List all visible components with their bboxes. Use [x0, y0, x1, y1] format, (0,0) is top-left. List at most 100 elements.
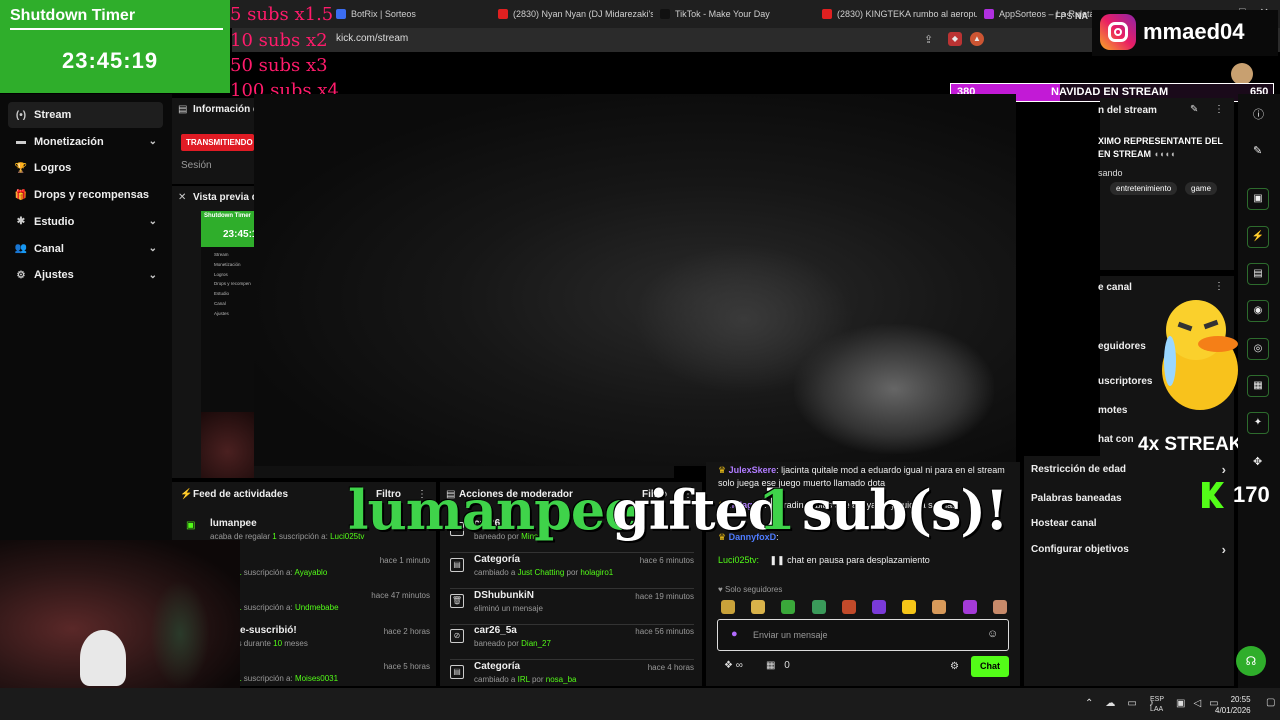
- chat-paused-notice[interactable]: Luci025tv: ❚❚ chat en pausa para desplaz…: [718, 555, 930, 566]
- tab-label: BotRix | Sorteos: [351, 9, 416, 19]
- more-icon[interactable]: ⋮: [1214, 281, 1224, 292]
- tag-chip[interactable]: entretenimiento: [1110, 182, 1178, 195]
- mini-nav-item: Monetización: [214, 261, 241, 267]
- gift-alert-text: lumanpee: [348, 478, 639, 542]
- volume-icon[interactable]: ◁: [1193, 698, 1201, 709]
- usb-icon[interactable]: ▭: [1127, 698, 1136, 709]
- clock[interactable]: 20:55 4/01/2026: [1215, 694, 1251, 716]
- browser-tab[interactable]: BotRix | Sorteos: [336, 6, 416, 22]
- points-display[interactable]: ❖ ∞: [724, 660, 743, 671]
- notification-icon[interactable]: ▢: [1266, 697, 1275, 708]
- emote-icon[interactable]: [841, 600, 856, 614]
- onedrive-icon[interactable]: ☁: [1105, 698, 1115, 709]
- sidebar-item-estudio[interactable]: ✱ Estudio ⌄: [8, 209, 163, 235]
- kick-count: 170: [1233, 482, 1270, 507]
- sidebar-item-logros[interactable]: 🏆 Logros: [8, 155, 163, 181]
- language-indicator[interactable]: ESP LAA: [1150, 695, 1164, 715]
- followers-only-label: ♥ Solo seguidores: [718, 585, 783, 594]
- chevron-up-icon[interactable]: ⌃: [1085, 698, 1093, 709]
- tag-chip[interactable]: game: [1185, 182, 1218, 195]
- mini-nav-item: Drops y recompen: [214, 281, 251, 287]
- emote-icon[interactable]: [992, 600, 1007, 614]
- broadcast-icon: (•): [15, 109, 27, 121]
- more-icon[interactable]: ⋮: [1214, 104, 1224, 115]
- avatar[interactable]: [1231, 63, 1253, 85]
- brave-shield-icon[interactable]: ◆: [948, 32, 962, 46]
- headset-icon[interactable]: ☊: [1236, 646, 1266, 676]
- channel-item[interactable]: uscriptores: [1098, 376, 1152, 387]
- mod-action-by: IRL: [517, 675, 530, 685]
- lightning-icon[interactable]: ⚡: [1247, 226, 1269, 248]
- stream-video-preview[interactable]: [254, 94, 1016, 466]
- browser-tab[interactable]: (2830) KINGTEKA rumbo al aeropue: [822, 6, 977, 22]
- browser-tab[interactable]: (2830) Nyan Nyan (DJ Midarezaki's r: [498, 6, 653, 22]
- document-icon[interactable]: ▤: [1247, 263, 1269, 285]
- browser-tab[interactable]: AppSorteos – La Ruleta de: [984, 6, 1107, 22]
- studio-icon: ✱: [16, 216, 26, 228]
- gift-counter[interactable]: ▦ 0: [766, 660, 790, 671]
- stream-title-line: EN STREAM ◖◖◖◖: [1098, 149, 1176, 159]
- chat-username[interactable]: JulexSkere: [729, 465, 777, 475]
- chat-bubble-icon[interactable]: ◉: [1247, 300, 1269, 322]
- network-icon[interactable]: ▣: [1176, 698, 1185, 709]
- goal-title: NAVIDAD EN STREAM: [1051, 86, 1169, 98]
- emote-icon[interactable]: [932, 600, 947, 614]
- tab-label: (2830) KINGTEKA rumbo al aeropue: [837, 9, 977, 19]
- emote-icon[interactable]: [872, 600, 886, 614]
- channel-item[interactable]: motes: [1098, 405, 1127, 416]
- browser-tab[interactable]: TikTok - Make Your Day: [660, 6, 770, 22]
- feed-detail-text: suscripción a:: [276, 532, 331, 541]
- chat-send-button[interactable]: Chat: [971, 656, 1009, 677]
- capture-icon[interactable]: ▣: [1247, 188, 1269, 210]
- layout-icon[interactable]: ▦: [1247, 375, 1269, 397]
- edit-icon[interactable]: ✎: [1190, 104, 1198, 115]
- chat-settings-icon[interactable]: ⚙: [950, 661, 959, 672]
- quick-action-item[interactable]: Palabras baneadas: [1031, 493, 1226, 504]
- channel-panel-title: e canal: [1098, 282, 1132, 293]
- mod-action-time: hace 56 minutos: [635, 627, 694, 637]
- stream-details-title: n del stream: [1098, 105, 1157, 116]
- settings-icon[interactable]: ✥: [1253, 455, 1262, 468]
- emote-icon[interactable]: [781, 600, 796, 614]
- tab-label: AppSorteos – La Ruleta de: [999, 9, 1108, 19]
- pencil-icon[interactable]: ✎: [1253, 144, 1262, 157]
- sidebar-item-monetización[interactable]: ▬ Monetización ⌄: [8, 129, 163, 155]
- lightning-icon: ⚡: [180, 489, 193, 500]
- sidebar-item-canal[interactable]: 👥 Canal ⌄: [8, 236, 163, 262]
- channel-item[interactable]: hat con: [1098, 434, 1134, 445]
- quick-action-item[interactable]: Hostear canal: [1031, 518, 1226, 529]
- wrench-icon[interactable]: ✦: [1247, 412, 1269, 434]
- mod-action-row: ⊘ car26_5a hace 56 minutos baneado por Dian…: [450, 625, 694, 661]
- stream-category: sando: [1098, 168, 1123, 178]
- sidebar-item-label: Monetización: [34, 135, 104, 148]
- tray-icons: ⌃ ☁ ▭ ♪: [1085, 698, 1154, 709]
- mod-action-target: car26_5a: [474, 625, 517, 637]
- gift-icon: 🎁: [14, 189, 28, 201]
- quick-action-item[interactable]: Restricción de edad ›: [1031, 462, 1226, 477]
- sidebar-item-stream[interactable]: (•) Stream: [8, 102, 163, 128]
- share-icon[interactable]: ⇪: [924, 33, 933, 46]
- emote-icon[interactable]: [811, 600, 826, 614]
- quick-action-item[interactable]: Configurar objetivos ›: [1031, 542, 1226, 557]
- rewards-icon[interactable]: ▲: [970, 32, 984, 46]
- sidebar-item-drops[interactable]: 🎁 Drops y recompensas: [8, 182, 163, 208]
- feed-detail-text: meses: [282, 638, 308, 648]
- webcam-overlay: [0, 540, 240, 688]
- emote-icon[interactable]: [902, 600, 917, 614]
- mini-nav-item: Ajustes: [214, 310, 229, 316]
- url-text[interactable]: kick.com/stream: [336, 33, 408, 44]
- emote-icon[interactable]: [751, 600, 766, 614]
- tab-favicon-icon: [498, 9, 508, 19]
- mod-action-text: cambiado a: [474, 567, 518, 577]
- chat-input[interactable]: Enviar un mensaje: [753, 630, 828, 640]
- eye-icon: ✕: [178, 192, 187, 203]
- mini-timer: Shutdown Timer 23:45:1: [201, 211, 257, 247]
- broadcast-icon[interactable]: ◎: [1247, 338, 1269, 360]
- channel-item[interactable]: eguidores: [1098, 341, 1146, 352]
- microphone-icon[interactable]: ●: [731, 628, 738, 640]
- emote-icon[interactable]: [962, 600, 977, 614]
- emote-icon[interactable]: [721, 600, 735, 614]
- sidebar-item-ajustes[interactable]: ⚙ Ajustes ⌄: [8, 262, 163, 288]
- emoji-icon[interactable]: ☺: [987, 628, 998, 640]
- info-circle-icon[interactable]: ⓘ: [1253, 106, 1264, 122]
